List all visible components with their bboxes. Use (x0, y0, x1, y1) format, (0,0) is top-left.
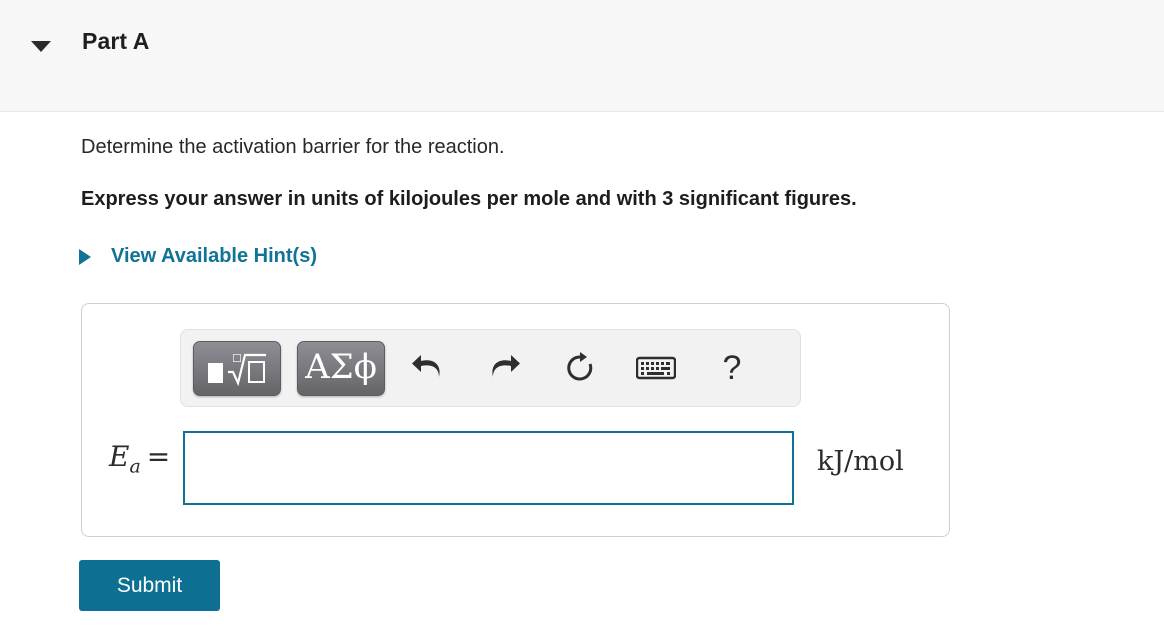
redo-icon (492, 355, 520, 377)
answer-input[interactable] (183, 431, 794, 505)
reset-icon (567, 352, 593, 381)
units-label: kJ/mol (817, 446, 904, 477)
redo-button[interactable] (477, 343, 531, 393)
caret-down-icon (31, 40, 51, 52)
help-button[interactable]: ? (705, 343, 759, 393)
answer-row: Ea = kJ/mol (82, 422, 951, 517)
question-prompt: Determine the activation barrier for the… (81, 136, 505, 158)
view-hints-label: View Available Hint(s) (111, 245, 317, 267)
undo-icon (412, 355, 440, 377)
answer-instruction: Express your answer in units of kilojoul… (81, 188, 857, 210)
variable-label: Ea = (109, 440, 170, 478)
reset-button[interactable] (553, 343, 607, 393)
variable-symbol: E (109, 440, 130, 473)
greek-letters-button[interactable]: ΑΣϕ (297, 340, 385, 396)
math-template-button[interactable]: ☐ (193, 340, 281, 396)
answer-panel: ☐ ΑΣϕ ? Ea = kJ/mol (81, 303, 950, 537)
undo-button[interactable] (401, 343, 455, 393)
variable-subscript: a (129, 455, 141, 478)
svg-text:☐: ☐ (232, 352, 242, 365)
math-toolbar: ☐ ΑΣϕ ? (180, 329, 801, 407)
part-title: Part A (82, 28, 150, 54)
part-header: Part A (0, 0, 1164, 112)
equals-sign: = (146, 440, 171, 473)
part-collapse-toggle[interactable] (24, 32, 58, 60)
caret-right-icon (79, 248, 91, 265)
submit-button[interactable]: Submit (79, 560, 220, 611)
keyboard-button[interactable] (629, 343, 683, 393)
keyboard-icon (636, 356, 676, 380)
math-template-icon: ☐ (208, 352, 266, 386)
view-hints-link[interactable]: View Available Hint(s) (79, 245, 317, 268)
